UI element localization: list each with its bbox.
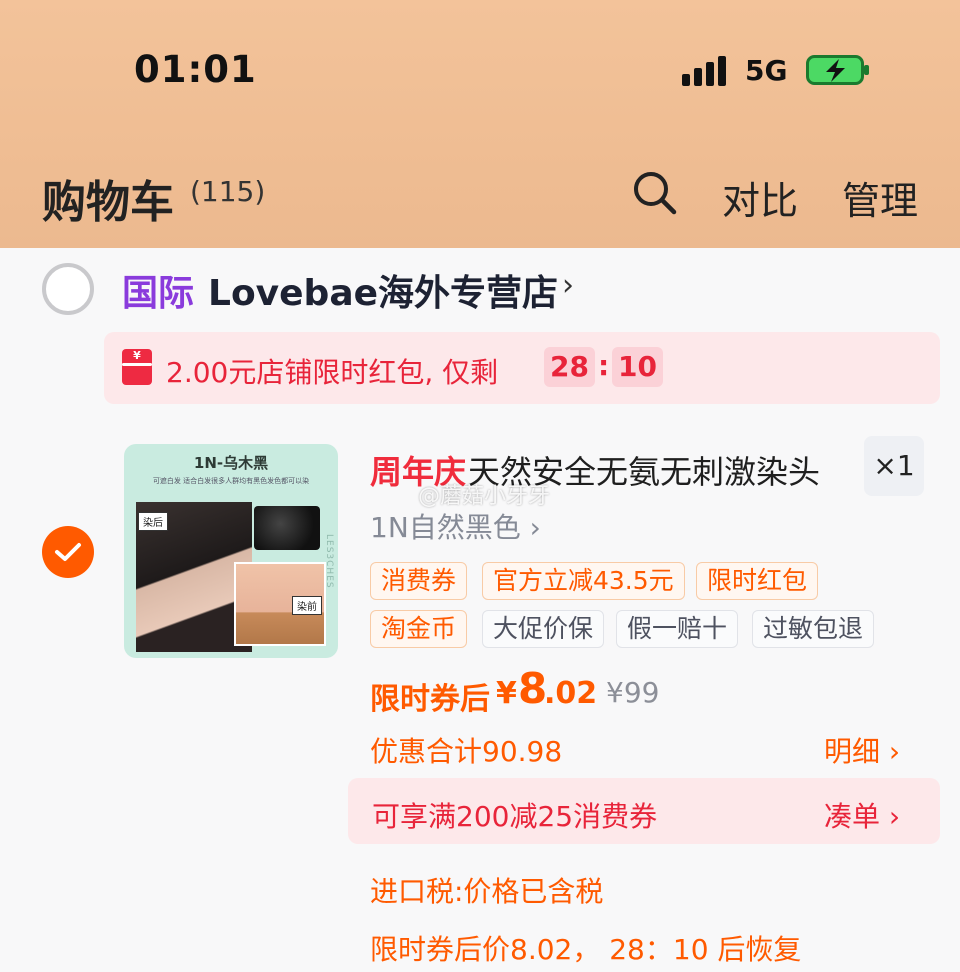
- badge: 过敏包退: [752, 610, 875, 648]
- price-restore-note: 限时券后价8.02， 28：10 后恢复: [370, 933, 802, 966]
- badge: 淘金币: [370, 610, 468, 648]
- shop-select-checkbox[interactable]: [42, 263, 94, 315]
- manage-button[interactable]: 管理: [842, 170, 918, 225]
- image-title: 1N-乌木黑: [193, 454, 269, 472]
- brand-side-text: LES3CHES: [324, 534, 334, 589]
- badge: 官方立减43.5元: [482, 562, 685, 600]
- price-label: 限时券后: [370, 682, 490, 717]
- countdown-seconds: 10: [612, 347, 663, 387]
- status-time: 01:01: [134, 48, 257, 91]
- product-image[interactable]: 1N-乌木黑 可遮白发 适合白发很多人群均有黑色发色都可以染 染后 染前 LES…: [124, 444, 338, 658]
- image-subtitle: 可遮白发 适合白发很多人群均有黑色发色都可以染: [152, 477, 310, 485]
- page-title: 购物车: [42, 177, 174, 228]
- color-swatch: [254, 506, 320, 550]
- check-icon: [55, 543, 81, 561]
- add-items-link[interactable]: 凑单 ›: [824, 795, 900, 835]
- item-select-checkbox[interactable]: [42, 526, 94, 578]
- cart-count: (115): [190, 175, 266, 208]
- price-integer: 8: [518, 664, 548, 713]
- countdown-separator: :: [598, 349, 610, 382]
- after-label: 染后: [138, 512, 168, 531]
- quantity-selector[interactable]: ×1: [864, 436, 924, 496]
- discount-total: 优惠合计90.98: [370, 735, 563, 768]
- network-type: 5G: [745, 54, 788, 87]
- red-packet-icon: ¥: [122, 349, 152, 385]
- coupon-text: 可享满200减25消费券: [372, 800, 658, 833]
- badge: 大促价保: [482, 610, 605, 648]
- tax-note: 进口税:价格已含税: [370, 875, 604, 908]
- price-decimal: .02: [544, 676, 598, 711]
- countdown-minutes: 28: [544, 347, 595, 387]
- shop-tag: 国际: [122, 273, 195, 314]
- search-icon[interactable]: [630, 168, 678, 216]
- chevron-right-icon[interactable]: ›: [562, 268, 574, 303]
- variant-selector[interactable]: 1N自然黑色 ›: [370, 506, 541, 546]
- battery-charging-icon: [806, 55, 869, 85]
- promo-text: 2.00元店铺限时红包, 仅剩: [166, 356, 499, 389]
- badge: 假一赔十: [616, 610, 739, 648]
- compare-button[interactable]: 对比: [722, 170, 798, 225]
- badge: 限时红包: [696, 562, 819, 600]
- badge: 消费券: [370, 562, 468, 600]
- original-price: ¥99: [606, 676, 660, 709]
- before-label: 染前: [292, 596, 322, 615]
- signal-icon: [682, 54, 732, 86]
- shop-name-link[interactable]: Lovebae海外专营店: [208, 264, 558, 316]
- detail-link[interactable]: 明细 ›: [824, 730, 900, 770]
- price-currency: ¥: [496, 676, 517, 711]
